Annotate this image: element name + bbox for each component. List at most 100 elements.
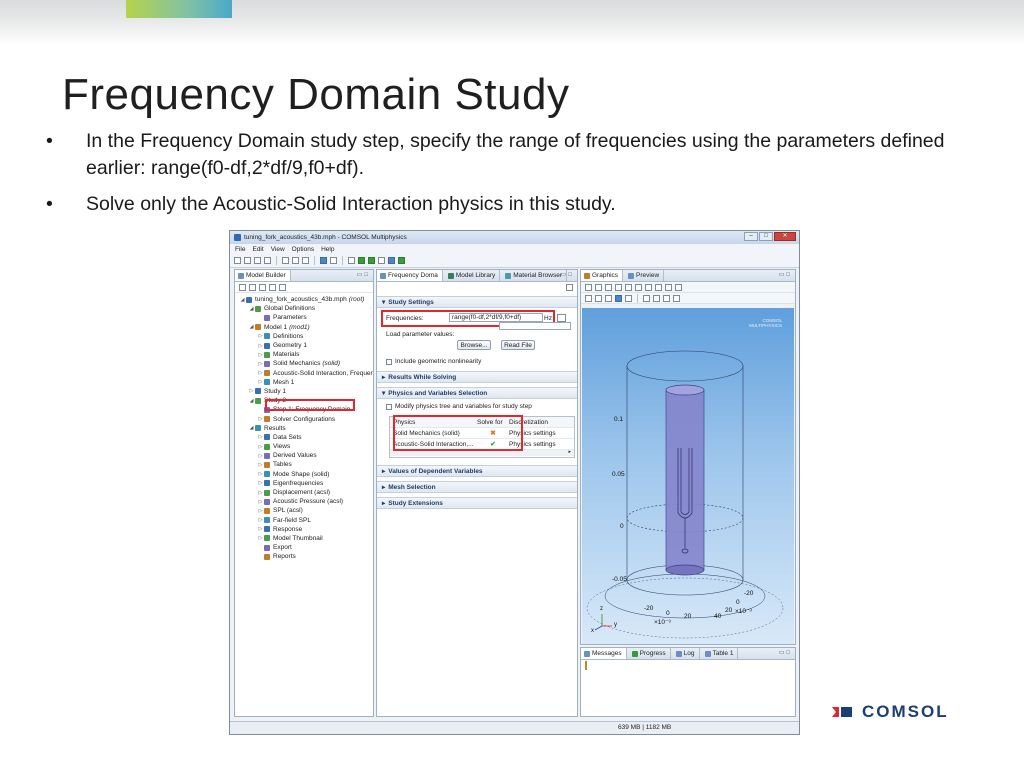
- pane-minmax-icons[interactable]: ▭□: [779, 271, 792, 278]
- zoom-extents-icon[interactable]: [615, 283, 622, 291]
- undo-icon[interactable]: [282, 257, 289, 264]
- collapsed-arrow-icon[interactable]: ▷: [257, 434, 264, 440]
- fit-icon[interactable]: [625, 283, 632, 291]
- collapsed-arrow-icon[interactable]: ▷: [257, 490, 264, 496]
- tree-item[interactable]: ▷ Definitions: [235, 332, 373, 341]
- collapsed-arrow-icon[interactable]: ▷: [257, 343, 264, 349]
- zoom-box-icon[interactable]: [605, 283, 612, 291]
- tab-log[interactable]: Log: [673, 648, 700, 659]
- tab-frequency-domain[interactable]: Frequency Doma: [377, 270, 443, 281]
- minimize-button[interactable]: –: [744, 232, 758, 241]
- tree-item[interactable]: ▷ Geometry 1: [235, 341, 373, 350]
- section-mesh-selection[interactable]: ▸ Mesh Selection: [377, 481, 577, 493]
- select-icon[interactable]: [645, 283, 652, 291]
- tree-item[interactable]: ▷ Response: [235, 525, 373, 534]
- tree-item[interactable]: ▷ Solid Mechanics (solid): [235, 359, 373, 368]
- tree-item[interactable]: ◢ tuning_fork_acoustics_43b.mph (root): [235, 295, 373, 304]
- expand-icon[interactable]: [279, 283, 286, 291]
- pane-minmax-icons[interactable]: ▭□: [357, 271, 370, 278]
- tree-item[interactable]: ▷ Tables: [235, 460, 373, 469]
- tab-preview[interactable]: Preview: [625, 270, 665, 281]
- study-icon[interactable]: [388, 257, 395, 264]
- rotate-icon[interactable]: [653, 294, 660, 302]
- physics-icon[interactable]: [378, 257, 385, 264]
- tree-item[interactable]: ▷ SPL (acsl): [235, 506, 373, 515]
- back-icon[interactable]: [239, 283, 246, 291]
- modify-physics-checkbox[interactable]: [386, 403, 392, 410]
- collapsed-arrow-icon[interactable]: ▷: [257, 361, 264, 367]
- compute-icon[interactable]: [358, 257, 365, 264]
- collapsed-arrow-icon[interactable]: ▷: [257, 444, 264, 450]
- redo-icon[interactable]: [292, 257, 299, 264]
- wireframe-icon[interactable]: [625, 294, 632, 302]
- tab-model-library[interactable]: Model Library: [445, 270, 501, 281]
- tree-item[interactable]: ▷ Data Sets: [235, 433, 373, 442]
- edge-select-icon[interactable]: [605, 294, 612, 302]
- import-icon[interactable]: [348, 257, 355, 264]
- tree-item[interactable]: Export: [235, 543, 373, 552]
- camera-icon[interactable]: [673, 294, 680, 302]
- boundary-select-icon[interactable]: [595, 294, 602, 302]
- collapsed-arrow-icon[interactable]: ▷: [257, 379, 264, 385]
- forward-icon[interactable]: [249, 283, 256, 291]
- tree-item[interactable]: ▷ Acoustic Pressure (acsl): [235, 497, 373, 506]
- zoom-out-icon[interactable]: [595, 283, 602, 291]
- scroll-right-icon[interactable]: ▸: [568, 449, 571, 455]
- expanded-arrow-icon[interactable]: ◢: [248, 398, 255, 404]
- range-icon[interactable]: [557, 314, 566, 322]
- tree-item[interactable]: ▷ Materials: [235, 350, 373, 359]
- menu-help[interactable]: Help: [321, 246, 334, 253]
- save-icon[interactable]: [254, 257, 261, 264]
- show-icon[interactable]: [259, 283, 266, 291]
- menu-edit[interactable]: Edit: [252, 246, 263, 253]
- new-file-icon[interactable]: [234, 257, 241, 264]
- results-icon[interactable]: [398, 257, 405, 264]
- compute-icon[interactable]: [566, 284, 573, 291]
- view-icon[interactable]: [655, 283, 662, 291]
- section-results-while-solving[interactable]: ▸ Results While Solving: [377, 371, 577, 383]
- tree-item[interactable]: ▷ Derived Values: [235, 451, 373, 460]
- pointer-icon[interactable]: [643, 294, 650, 302]
- collapsed-arrow-icon[interactable]: ▷: [248, 388, 255, 394]
- transparency-icon[interactable]: [635, 283, 642, 291]
- tab-material-browser[interactable]: Material Browser: [502, 270, 568, 281]
- nonlinearity-checkbox[interactable]: [386, 358, 392, 365]
- expanded-arrow-icon[interactable]: ◢: [248, 306, 255, 312]
- tab-messages[interactable]: Messages: [581, 648, 627, 659]
- collapsed-arrow-icon[interactable]: ▷: [257, 370, 264, 376]
- pan-icon[interactable]: [663, 294, 670, 302]
- collapsed-arrow-icon[interactable]: ▷: [257, 333, 264, 339]
- collapse-icon[interactable]: [269, 283, 276, 291]
- section-physics-variables[interactable]: ▾ Physics and Variables Selection: [377, 387, 577, 399]
- tree-item[interactable]: ▷ Acoustic-Solid Interaction, Frequer: [235, 369, 373, 378]
- collapsed-arrow-icon[interactable]: ▷: [257, 517, 264, 523]
- tree-item[interactable]: ◢ Global Definitions: [235, 304, 373, 313]
- tree-item[interactable]: ◢ Results: [235, 424, 373, 433]
- domain-select-icon[interactable]: [585, 294, 592, 302]
- table-icon[interactable]: [330, 257, 337, 264]
- open-file-icon[interactable]: [244, 257, 251, 264]
- collapsed-arrow-icon[interactable]: ▷: [257, 499, 264, 505]
- tree-item[interactable]: Reports: [235, 552, 373, 561]
- collapsed-arrow-icon[interactable]: ▷: [257, 462, 264, 468]
- tree-item[interactable]: ▷ Views: [235, 442, 373, 451]
- section-study-extensions[interactable]: ▸ Study Extensions: [377, 497, 577, 509]
- tab-model-builder[interactable]: Model Builder: [235, 270, 291, 281]
- tree-item[interactable]: ◢ Model 1 (mod1): [235, 323, 373, 332]
- close-button[interactable]: ✕: [774, 232, 796, 241]
- tab-progress[interactable]: Progress: [629, 648, 671, 659]
- tree-item[interactable]: ▷ Mode Shape (solid): [235, 470, 373, 479]
- tree-item[interactable]: ▷ Displacement (acsl): [235, 488, 373, 497]
- graphics-canvas[interactable]: COMSOL MULTIPHYSICS 0.1 0.05 0 -0.05 -20…: [582, 308, 794, 644]
- collapsed-arrow-icon[interactable]: ▷: [257, 416, 264, 422]
- parameter-file-field[interactable]: [499, 322, 571, 330]
- clear-messages-icon[interactable]: [585, 661, 587, 670]
- tree-item[interactable]: ▷ Mesh 1: [235, 378, 373, 387]
- collapsed-arrow-icon[interactable]: ▷: [257, 453, 264, 459]
- pane-minmax-icons[interactable]: ▭□: [561, 271, 574, 278]
- tab-graphics[interactable]: Graphics: [581, 270, 624, 281]
- menu-options[interactable]: Options: [292, 246, 314, 253]
- collapsed-arrow-icon[interactable]: ▷: [257, 471, 264, 477]
- collapsed-arrow-icon[interactable]: ▷: [257, 526, 264, 532]
- maximize-button[interactable]: □: [759, 232, 773, 241]
